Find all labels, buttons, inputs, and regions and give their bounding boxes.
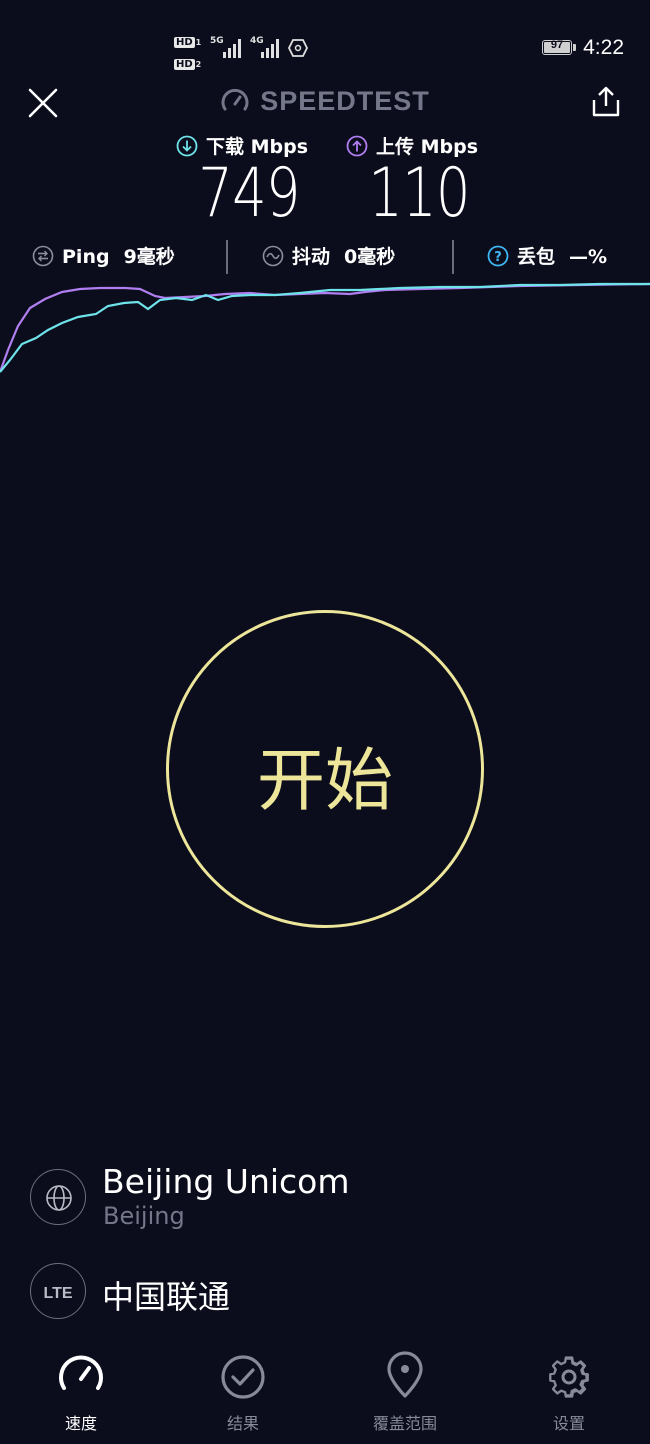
gear-icon xyxy=(549,1356,589,1398)
server-name[interactable]: Beijing Unicom xyxy=(102,1162,350,1201)
nav-coverage[interactable]: 覆盖范围 xyxy=(340,1350,470,1434)
sim2-hd-badge: HD 2 xyxy=(174,59,202,70)
battery-level: 97 xyxy=(550,39,564,51)
nav-label: 覆盖范围 xyxy=(372,1414,437,1433)
upload-value: 110 xyxy=(368,154,470,233)
speedometer-logo-icon xyxy=(221,88,249,111)
status-time: 4:22 xyxy=(583,36,624,59)
nav-label: 结果 xyxy=(226,1414,259,1433)
jitter-wave-icon xyxy=(262,245,284,267)
signal-bars-icon xyxy=(223,39,241,58)
ping-value: 9毫秒 xyxy=(123,246,175,268)
ping-icon xyxy=(32,245,54,267)
download-value: 749 xyxy=(198,154,300,233)
nav-settings[interactable]: 设置 xyxy=(504,1350,634,1434)
packet-loss-value: —% xyxy=(569,246,608,268)
lte-icon: LTE xyxy=(43,1285,72,1302)
start-test-label: 开始 xyxy=(256,742,393,821)
connection-type-button[interactable]: LTE xyxy=(30,1263,86,1319)
speedometer-icon xyxy=(59,1355,103,1390)
battery-icon: 97 xyxy=(542,39,572,55)
stats-divider xyxy=(226,240,228,274)
speedtest-logo: SPEEDTEST xyxy=(0,86,650,117)
speed-graph xyxy=(0,282,650,373)
stats-divider xyxy=(452,240,454,274)
ping-stat: Ping 9毫秒 xyxy=(32,242,175,269)
packet-loss-stat: ? 丢包 —% xyxy=(487,242,607,269)
brand-name: SPEEDTEST xyxy=(260,86,430,116)
battery-tip xyxy=(573,44,576,51)
globe-icon xyxy=(46,1185,72,1211)
upload-speed-line xyxy=(0,282,650,373)
isp-name: 中国联通 xyxy=(102,1278,231,1316)
checkmark-circle-icon xyxy=(221,1355,265,1399)
nav-label: 速度 xyxy=(64,1414,97,1433)
help-question-icon[interactable]: ? xyxy=(487,245,509,267)
download-speed-line xyxy=(0,282,650,373)
jitter-value: 0毫秒 xyxy=(344,246,396,268)
nav-speed[interactable]: 速度 xyxy=(16,1350,146,1434)
nav-results[interactable]: 结果 xyxy=(178,1350,308,1434)
svg-text:LTE: LTE xyxy=(43,1285,72,1302)
status-bar: HD 1 HD 2 5G 4G 97 4:22 xyxy=(0,0,650,90)
share-button[interactable] xyxy=(588,84,624,120)
svg-text:?: ? xyxy=(494,250,502,265)
share-icon xyxy=(592,86,620,117)
server-globe-button[interactable] xyxy=(30,1169,86,1225)
signal-bars-icon xyxy=(261,39,279,58)
start-test-button[interactable]: 开始 xyxy=(166,610,484,928)
nfc-hexagon-icon xyxy=(288,39,308,57)
server-location: Beijing xyxy=(103,1202,185,1230)
sim1-hd-badge: HD 1 xyxy=(174,37,202,48)
nav-label: 设置 xyxy=(552,1414,585,1433)
jitter-stat: 抖动 0毫秒 xyxy=(262,242,395,269)
map-pin-icon xyxy=(387,1351,423,1398)
